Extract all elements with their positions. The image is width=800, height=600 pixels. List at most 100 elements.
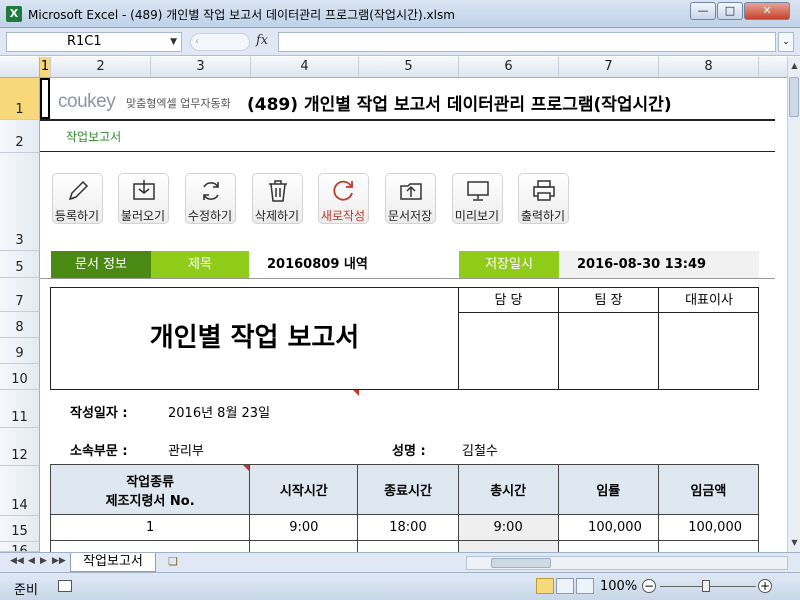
table-header-row: 작업종류 제조지령서 No. 시작시간 종료시간 총시간 임률 임금액 (49, 464, 760, 515)
column-header[interactable]: 3 (151, 57, 251, 77)
print-label: 출력하기 (520, 209, 566, 223)
row-number: 10 (11, 372, 28, 387)
column-header[interactable]: 8 (659, 57, 759, 77)
row-header[interactable]: 8 (0, 312, 40, 338)
scroll-thumb[interactable] (789, 77, 799, 117)
cell-end-time[interactable]: 18:00 (357, 514, 459, 541)
saved-label: 저장일시 (459, 251, 559, 278)
name-value[interactable]: 김철수 (462, 440, 498, 459)
macro-record-icon[interactable] (58, 580, 72, 592)
preview-label: 미리보기 (454, 209, 500, 223)
row-header[interactable]: 16 (0, 542, 40, 552)
maximize-button[interactable]: □ (717, 2, 743, 20)
row-header[interactable]: 9 (0, 338, 40, 364)
horizontal-scrollbar[interactable] (466, 556, 788, 570)
formula-input[interactable] (278, 32, 776, 52)
row-header[interactable]: 5 (0, 251, 40, 278)
last-sheet-icon[interactable]: ▶▶ (52, 556, 66, 566)
cell-rate[interactable]: 100,000 (557, 514, 659, 541)
row-number: 8 (15, 320, 24, 335)
cell-wage[interactable]: 100,000 (657, 514, 760, 541)
row-header[interactable]: 3 (0, 153, 40, 251)
approval-cell[interactable]: 대표이사 (659, 288, 759, 389)
report-title: 개인별 작업 보고서 (51, 288, 459, 389)
edit-label: 수정하기 (187, 209, 233, 223)
zoom-in-button[interactable]: + (758, 579, 772, 593)
header-end-time: 종료시간 (357, 464, 459, 515)
approval-label: 대표이사 (659, 288, 759, 313)
insert-sheet-icon[interactable]: ❏ (164, 555, 182, 570)
row-header[interactable]: 14 (0, 466, 40, 516)
formula-edit-buttons[interactable]: ‹ (190, 33, 250, 51)
comment-indicator[interactable] (353, 390, 359, 396)
normal-view-button[interactable] (536, 578, 554, 594)
function-icon[interactable]: fx (256, 33, 268, 48)
cell-work-type[interactable]: 1 (49, 514, 251, 541)
comment-indicator[interactable] (243, 465, 249, 471)
sheet-tab-active[interactable]: 작업보고서 (70, 553, 156, 572)
approval-cell[interactable]: 담 당 (459, 288, 559, 389)
column-header[interactable]: 2 (51, 57, 151, 77)
new-label: 새로작성 (320, 209, 366, 223)
cell-empty[interactable] (49, 540, 251, 552)
row-header[interactable]: 11 (0, 390, 40, 428)
vertical-scrollbar[interactable]: ▲ ▼ (787, 57, 800, 552)
row-header[interactable]: 1 (0, 78, 40, 120)
scroll-thumb[interactable] (491, 558, 551, 568)
approval-label: 담 당 (459, 288, 558, 313)
prev-sheet-icon[interactable]: ◀ (28, 556, 35, 566)
coukey-logo: coukey (58, 91, 116, 112)
divider (40, 278, 775, 279)
cell-total-time[interactable]: 9:00 (457, 514, 559, 541)
row-header[interactable]: 2 (0, 120, 40, 153)
title-value[interactable]: 20160809 내역 (249, 251, 459, 278)
date-value[interactable]: 2016년 8월 23일 (168, 402, 270, 421)
page-break-view-button[interactable] (576, 578, 594, 594)
cell-empty[interactable] (249, 540, 359, 552)
worksheet[interactable]: coukey 맞춤형엑셀 업무자동화 (489) 개인별 작업 보고서 데이터관… (40, 78, 787, 552)
approval-cell[interactable]: 팀 장 (559, 288, 659, 389)
row-header[interactable]: 12 (0, 428, 40, 466)
column-header[interactable]: 7 (559, 57, 659, 77)
approval-label: 팀 장 (559, 288, 658, 313)
cell-empty[interactable] (657, 540, 760, 552)
cell-empty[interactable] (457, 540, 559, 552)
cell-empty[interactable] (557, 540, 659, 552)
next-sheet-icon[interactable]: ▶ (40, 556, 47, 566)
row-header[interactable]: 10 (0, 364, 40, 390)
excel-app-icon[interactable]: X (6, 6, 22, 22)
row-number: 16 (11, 544, 28, 552)
divider (40, 119, 775, 121)
expand-formula-bar-button[interactable]: ⌄ (778, 32, 794, 52)
selected-cell[interactable] (40, 78, 50, 119)
row-number: 9 (15, 346, 24, 361)
report-header-box: 개인별 작업 보고서 담 당 팀 장 대표이사 (50, 287, 759, 390)
close-button[interactable]: ✕ (744, 2, 790, 20)
pencil-icon (68, 180, 89, 201)
cell-empty[interactable] (357, 540, 459, 552)
zoom-out-button[interactable]: − (642, 579, 656, 593)
column-headers: 1 2 3 4 5 6 7 8 (0, 57, 800, 78)
column-header[interactable]: 5 (359, 57, 459, 77)
zoom-level[interactable]: 100% (600, 579, 637, 594)
delete-label: 삭제하기 (254, 209, 300, 223)
chevron-down-icon[interactable]: ▼ (170, 33, 177, 51)
name-label: 성명 : (392, 444, 426, 459)
page-layout-view-button[interactable] (556, 578, 574, 594)
column-header[interactable]: 1 (40, 57, 51, 77)
select-all-corner[interactable] (0, 57, 40, 77)
row-header[interactable]: 15 (0, 516, 40, 542)
row-number: 11 (11, 410, 28, 425)
dept-value[interactable]: 관리부 (168, 440, 204, 459)
column-header[interactable]: 4 (251, 57, 359, 77)
column-header[interactable]: 6 (459, 57, 559, 77)
row-header[interactable]: 7 (0, 278, 40, 312)
scroll-up-icon[interactable]: ▲ (788, 59, 800, 73)
first-sheet-icon[interactable]: ◀◀ (10, 556, 24, 566)
name-box[interactable]: R1C1 ▼ (6, 32, 182, 52)
save-folder-icon (400, 183, 422, 200)
cell-start-time[interactable]: 9:00 (249, 514, 359, 541)
zoom-slider-thumb[interactable] (702, 580, 710, 592)
minimize-button[interactable]: — (690, 2, 716, 20)
scroll-down-icon[interactable]: ▼ (788, 536, 800, 550)
